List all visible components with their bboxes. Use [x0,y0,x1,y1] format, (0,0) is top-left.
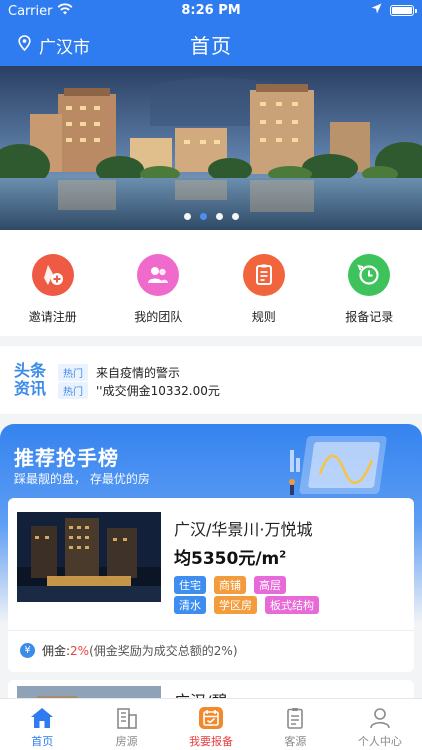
headline-news-logo: 头条 资讯 [14,361,47,398]
carousel-dot[interactable] [215,213,223,220]
rules-button[interactable]: 规则 [211,230,317,336]
nav-bar: 广汉市 首页 [0,22,422,66]
property-tag: 住宅 [174,576,206,594]
recommend-title: 推荐抢手榜 [14,446,119,470]
invite-register-label: 邀请注册 [28,310,77,324]
hot-tag: 热门 [58,382,88,399]
property-tag: 学区房 [214,596,257,614]
news-item-text: ''成交佣金10332.00元 [96,384,220,398]
building-icon [114,705,140,731]
property-card[interactable]: 广汉/华景川·万悦城 均5350元/m2 住宅 商铺 高层 清水 学区房 板式结… [8,498,414,672]
chart-illustration [282,430,392,504]
my-team-label: 我的团队 [134,310,183,324]
report-icon [198,705,224,731]
home-icon [29,705,55,731]
property-tags-row: 清水 学区房 板式结构 [174,596,404,614]
property-tag: 板式结构 [265,596,319,614]
recommend-subtitle: 踩最靓的盘， 存最优的房 [14,472,150,486]
status-bar: Carrier 8:26 PM [0,0,422,22]
property-tag: 高层 [254,576,286,594]
tab-home[interactable]: 首页 [0,699,84,750]
tab-report[interactable]: 我要报备 [169,699,253,750]
property-tag: 清水 [174,596,206,614]
location-arrow-icon [371,3,382,18]
invite-register-button[interactable]: 邀请注册 [0,230,106,336]
news-ticker: 头条 资讯 热门 来自疫情的警示 热门 ''成交佣金10332.00元 [0,346,422,414]
quick-menu: 邀请注册 我的团队 规则 报备记录 [0,230,422,336]
carousel-dots [0,213,422,220]
person-icon [367,705,393,731]
carousel-dot-active[interactable] [199,213,207,220]
commission-info: ¥ 佣金:2%(佣金奖励为成交总额的2%) [20,642,238,659]
banner-image [0,66,422,230]
report-record-label: 报备记录 [345,310,394,324]
team-icon [137,254,180,296]
rules-label: 规则 [251,310,276,324]
news-item[interactable]: 热门 ''成交佣金10332.00元 [58,382,220,399]
news-item-text: 来自疫情的警示 [96,366,181,380]
report-record-button[interactable]: 报备记录 [317,230,422,336]
banner-carousel[interactable] [0,66,422,230]
tab-listings[interactable]: 房源 [84,699,168,750]
my-team-button[interactable]: 我的团队 [106,230,212,336]
property-tag: 商铺 [214,576,246,594]
property-image [17,512,161,602]
battery-icon [390,5,417,16]
record-icon [348,254,391,296]
top-header: Carrier 8:26 PM 广汉市 首页 [0,0,422,66]
carousel-dot[interactable] [183,213,191,220]
rules-icon [242,254,285,296]
carousel-dot[interactable] [231,213,239,220]
yen-icon: ¥ [20,643,35,658]
status-time: 8:26 PM [181,3,241,18]
clipboard-icon [282,705,308,731]
tab-bar: 首页 房源 我要报备 客源 个人中心 [0,698,422,750]
property-tags-row: 住宅 商铺 高层 [174,576,404,594]
hot-tag: 热门 [58,364,88,381]
news-item[interactable]: 热门 来自疫情的警示 [58,364,180,381]
page-title: 首页 [190,34,232,58]
divider [8,630,414,631]
invite-icon [31,254,74,296]
tab-clients[interactable]: 客源 [253,699,337,750]
tab-profile[interactable]: 个人中心 [338,699,422,750]
property-price: 均5350元/m2 [174,549,287,569]
property-name: 广汉/华景川·万悦城 [174,520,313,539]
commission-text: 佣金:2%(佣金奖励为成交总额的2%) [42,644,238,658]
